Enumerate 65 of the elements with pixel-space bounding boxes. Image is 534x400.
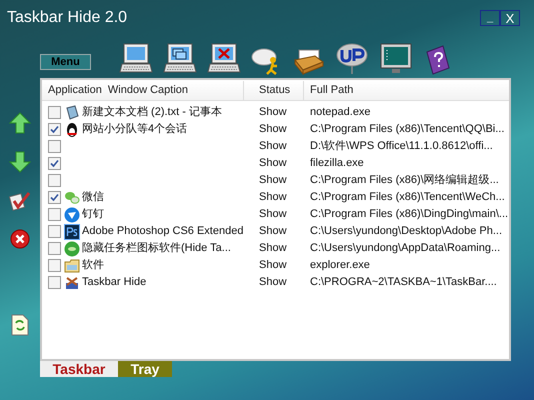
checkbox[interactable] (48, 242, 61, 255)
minimize-button[interactable]: _ (480, 10, 500, 26)
path-text: C:\Users\yundong\Desktop\Adobe Ph... (309, 224, 502, 240)
refresh-document-icon[interactable] (11, 314, 29, 336)
path-text: explorer.exe (309, 258, 370, 274)
bottom-tab[interactable]: Taskbar (40, 361, 118, 377)
penguin-icon (64, 122, 80, 138)
checkbox[interactable] (48, 191, 61, 204)
tools-icon (64, 274, 80, 290)
bottom-tab[interactable]: Tray (118, 361, 172, 377)
path-text: C:\PROGRA~2\TASKBA~1\TaskBar.... (309, 275, 497, 290)
status-text: Show (258, 275, 288, 290)
status-text: Show (258, 156, 288, 172)
window-caption: 微信 (82, 190, 104, 206)
status-text: Show (258, 190, 288, 206)
menu-button[interactable]: Menu (40, 54, 91, 70)
chat-bubbles-icon (64, 190, 80, 206)
status-text: Show (258, 105, 288, 120)
checkbox[interactable] (48, 276, 61, 289)
window-caption: 钉钉 (82, 207, 104, 222)
path-text: notepad.exe (309, 105, 371, 120)
checkbox[interactable] (48, 123, 61, 136)
status-text: Show (258, 139, 288, 154)
window-title: Taskbar Hide 2.0 (7, 8, 128, 28)
column-header[interactable]: Full Path (304, 81, 354, 100)
down-arrow-icon[interactable] (9, 151, 31, 173)
window-caption: 软件 (82, 258, 104, 274)
wing-circle-icon (64, 206, 80, 222)
path-text: C:\Program Files (x86)\DingDing\main\... (309, 207, 508, 222)
close-button[interactable]: X (500, 10, 520, 26)
checkbox[interactable] (48, 259, 61, 272)
up-balloon-icon[interactable] (335, 42, 369, 76)
notepad-icon (64, 104, 80, 120)
window-caption: Adobe Photoshop CS6 Extended (82, 224, 244, 240)
window-caption: 新建文本文档 (2).txt - 记事本 (82, 104, 222, 120)
status-text: Show (258, 122, 288, 138)
path-text: D:\软件\WPS Office\11.1.0.8612\offi... (309, 139, 493, 154)
up-arrow-icon[interactable] (9, 112, 31, 134)
checkmark-icon[interactable] (9, 190, 31, 212)
checkbox[interactable] (48, 140, 61, 153)
checkbox[interactable] (48, 225, 61, 238)
checkbox[interactable] (48, 106, 61, 119)
path-text: C:\Program Files (x86)\Tencent\QQ\Bi... (309, 122, 504, 138)
status-text: Show (258, 224, 288, 240)
ps-icon (64, 224, 80, 240)
monitor-icon[interactable] (379, 42, 413, 76)
path-text: C:\Program Files (x86)\网络编辑超级... (309, 173, 499, 188)
folder-icon (64, 258, 80, 274)
column-header[interactable]: Application Window Caption (42, 81, 244, 100)
status-text: Show (258, 173, 288, 188)
ball-icon (64, 240, 80, 256)
status-text: Show (258, 241, 288, 256)
window-caption: 隐藏任务栏图标软件(Hide Ta... (82, 240, 231, 256)
close-circle-icon[interactable] (10, 229, 30, 249)
status-text: Show (258, 258, 288, 274)
checkbox[interactable] (48, 157, 61, 170)
path-text: C:\Program Files (x86)\Tencent\WeCh... (309, 190, 505, 206)
status-text: Show (258, 207, 288, 222)
checkbox[interactable] (48, 174, 61, 187)
path-text: filezilla.exe (309, 156, 364, 172)
window-caption: 网站小分队等4个会话 (82, 122, 188, 138)
window-caption: Taskbar Hide (82, 275, 146, 290)
column-header[interactable]: Status (244, 81, 304, 100)
path-text: C:\Users\yundong\AppData\Roaming... (309, 241, 500, 256)
checkbox[interactable] (48, 208, 61, 221)
